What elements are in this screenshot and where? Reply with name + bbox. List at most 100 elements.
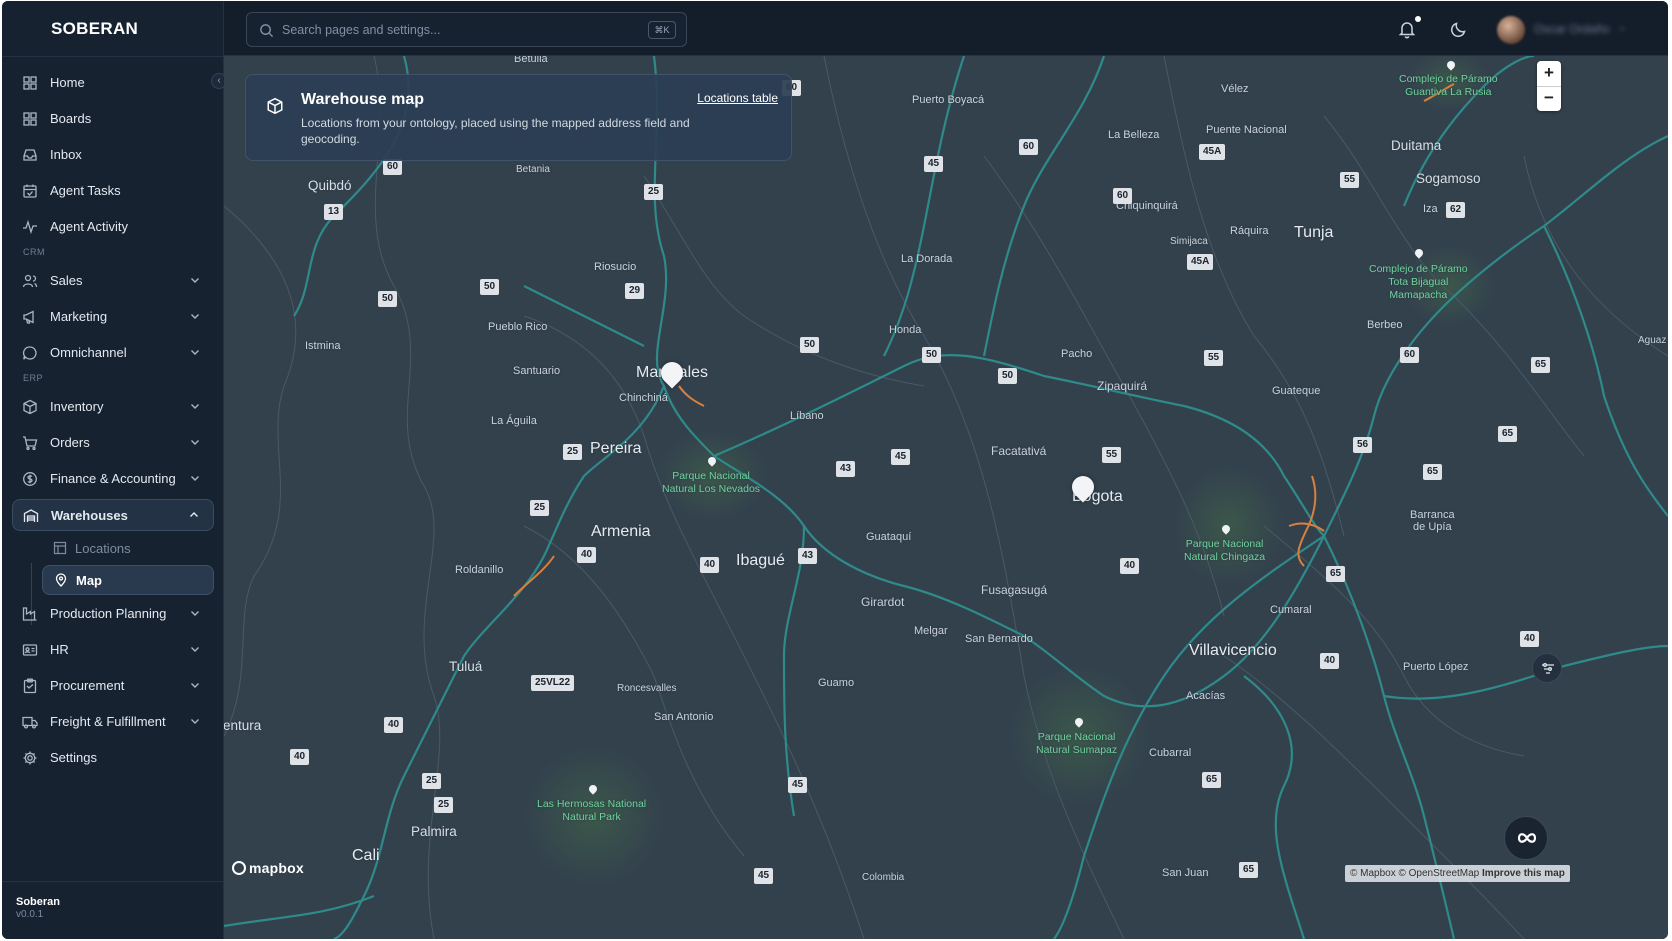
sidebar-item-settings[interactable]: Settings <box>12 742 214 774</box>
moon-icon[interactable] <box>1449 19 1469 39</box>
chevron-down-icon <box>191 350 199 355</box>
sidebar-item-warehouses[interactable]: Warehouses <box>12 499 214 531</box>
park-label: Complejo de Páramo Guantiva La Rusia <box>1399 73 1498 98</box>
sidebar-item-omnichannel[interactable]: Omnichannel <box>12 337 214 369</box>
sidebar-item-home[interactable]: Home <box>12 67 214 99</box>
chevron-down-icon <box>191 647 199 652</box>
sidebar-item-procurement[interactable]: Procurement <box>12 670 214 702</box>
map-place-label: Girardot <box>861 595 905 609</box>
warehouse-icon <box>23 509 39 522</box>
map-place-label: Istmina <box>305 340 341 352</box>
sidebar-item-boards[interactable]: Boards <box>12 103 214 135</box>
map-place-label: Ibagué <box>736 552 785 569</box>
road-shield: 50 <box>922 347 942 363</box>
improve-map-link[interactable]: Improve this map <box>1482 868 1565 879</box>
mapbox-logo[interactable]: mapbox <box>232 860 304 876</box>
zoom-in-button[interactable]: + <box>1537 61 1561 86</box>
map-place-label: Palmira <box>411 824 457 839</box>
sidebar-item-label: Home <box>50 75 85 90</box>
map-place-label: entura <box>224 718 262 733</box>
map-pin-icon <box>55 573 67 587</box>
road-shield: 45 <box>788 777 808 793</box>
map-place-label: Tuluá <box>449 659 483 674</box>
page-description: Locations from your ontology, placed usi… <box>301 116 690 146</box>
chevron-down-icon <box>191 278 199 283</box>
road-shield: 60 <box>383 159 403 175</box>
road-shield: 55 <box>1204 350 1224 366</box>
map-filter-button[interactable] <box>1532 653 1562 683</box>
sidebar-subitem-locations[interactable]: Locations <box>42 534 214 564</box>
brand-logo[interactable]: SOBERAN <box>51 19 138 39</box>
map-place-label: Guateque <box>1272 385 1321 397</box>
shortcut-badge: ⌘K <box>648 21 676 39</box>
zoom-control: + − <box>1537 61 1561 111</box>
chevron-down-icon <box>191 611 199 616</box>
sidebar-item-sales[interactable]: Sales <box>12 265 214 297</box>
chevron-down-icon[interactable]: ⌄ <box>1618 22 1626 33</box>
dollar-circle-icon <box>23 472 37 486</box>
road-shield: 40 <box>290 749 310 765</box>
bell-icon[interactable] <box>1397 19 1417 39</box>
road-shield: 40 <box>577 547 597 563</box>
sidebar-subitem-label: Locations <box>75 541 131 556</box>
zoom-out-button[interactable]: − <box>1537 86 1561 111</box>
sidebar-item-label: Warehouses <box>51 508 128 523</box>
sidebar-subitem-map[interactable]: Map <box>42 565 214 595</box>
map-canvas[interactable]: Betulia Quibdó Betania Riosucio Pueblo R… <box>224 56 1668 939</box>
grid-icon <box>23 76 37 90</box>
map-place-label: Betania <box>516 164 550 175</box>
sidebar-item-production-planning[interactable]: Production Planning <box>12 598 214 630</box>
section-label-erp: ERP <box>23 373 44 383</box>
park-label: Complejo de Páramo Tota Bijagual Mamapac… <box>1369 263 1468 301</box>
grid-icon <box>23 112 37 126</box>
avatar[interactable] <box>1497 16 1525 44</box>
map-place-label: Facatativá <box>991 444 1047 458</box>
sidebar-item-label: Freight & Fulfillment <box>50 714 166 729</box>
road-shield: 50 <box>378 291 398 307</box>
sidebar-item-label: Orders <box>50 435 90 450</box>
map-attribution: © Mapbox © OpenStreetMap Improve this ma… <box>1345 865 1570 882</box>
user-name[interactable]: Oscar Ordaño <box>1534 22 1609 36</box>
mapbox-logo-text: mapbox <box>249 860 304 876</box>
sidebar-item-inventory[interactable]: Inventory <box>12 391 214 423</box>
chevron-down-icon <box>191 719 199 724</box>
locations-table-link[interactable]: Locations table <box>697 91 778 105</box>
map-place-label: Pereira <box>590 440 642 457</box>
divider <box>1537 86 1561 87</box>
sidebar-item-hr[interactable]: HR <box>12 634 214 666</box>
road-shield: 65 <box>1326 566 1346 582</box>
map-place-label: Aguaz <box>1638 335 1667 346</box>
search-input[interactable]: Search pages and settings... ⌘K <box>246 12 687 47</box>
map-place-label: Quibdó <box>308 178 352 193</box>
package-icon <box>267 97 283 115</box>
sidebar-item-freight[interactable]: Freight & Fulfillment <box>12 706 214 738</box>
map-place-label: Roncesvalles <box>617 683 677 694</box>
map-place-label: Cubarral <box>1149 747 1192 759</box>
map-info-card: Warehouse map Locations from your ontolo… <box>245 74 792 161</box>
assistant-button[interactable] <box>1504 816 1548 860</box>
sidebar-item-orders[interactable]: Orders <box>12 427 214 459</box>
road-shield: 45A <box>1199 144 1226 160</box>
sidebar-item-inbox[interactable]: Inbox <box>12 139 214 171</box>
map-place-label: Santuario <box>513 365 561 377</box>
map-place-label: Berbeo <box>1367 319 1403 331</box>
attribution-text[interactable]: © Mapbox © OpenStreetMap <box>1350 868 1479 879</box>
map-place-label: Puerto López <box>1403 661 1469 673</box>
chevron-down-icon <box>191 476 199 481</box>
map-place-label: Colombia <box>862 872 905 883</box>
app-version: v0.0.1 <box>16 909 44 920</box>
sidebar-item-marketing[interactable]: Marketing <box>12 301 214 333</box>
map-place-label: Roldanillo <box>455 564 504 576</box>
park-label: Parque Nacional Natural Los Nevados <box>662 470 761 495</box>
map-place-label: Acacías <box>1186 690 1226 702</box>
sidebar-item-agent-activity[interactable]: Agent Activity <box>12 211 214 243</box>
map-place-label: Puente Nacional <box>1206 124 1287 136</box>
calendar-check-icon <box>23 184 37 198</box>
map-place-label: Vélez <box>1221 83 1249 95</box>
sidebar-item-finance[interactable]: Finance & Accounting <box>12 463 214 495</box>
sidebar-item-label: Marketing <box>50 309 108 324</box>
sidebar-item-agent-tasks[interactable]: Agent Tasks <box>12 175 214 207</box>
section-label-crm: CRM <box>23 247 45 257</box>
park-label: Parque Nacional Natural Chingaza <box>1184 538 1266 563</box>
id-card-icon <box>22 644 38 656</box>
